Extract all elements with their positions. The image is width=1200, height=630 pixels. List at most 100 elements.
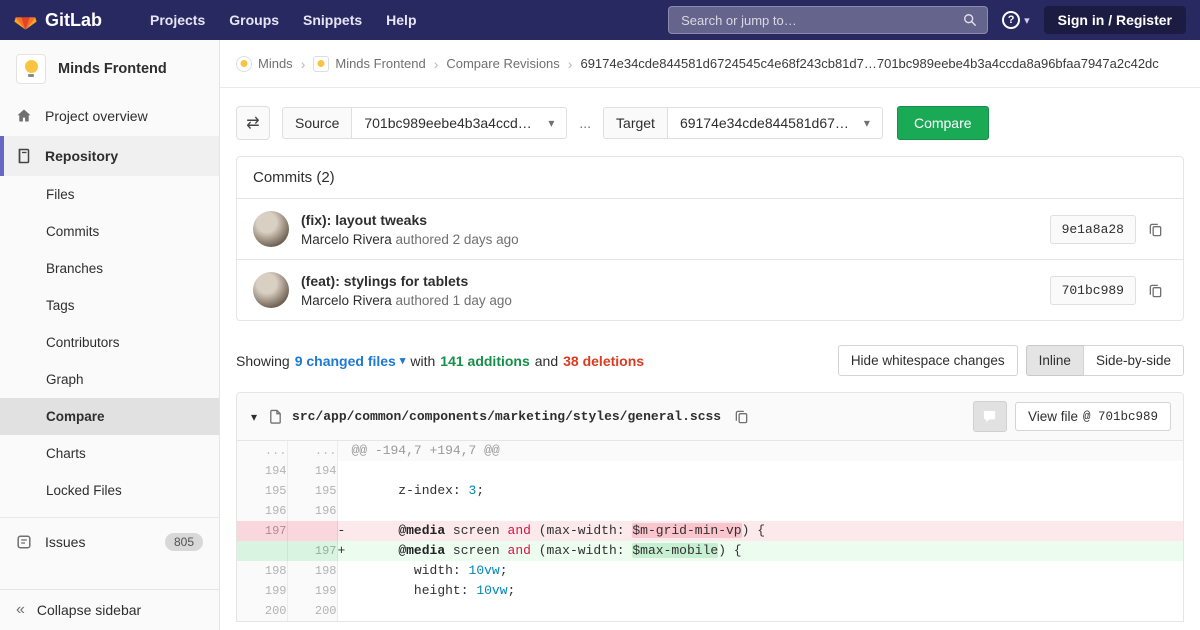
diff-line-sign (338, 561, 352, 581)
diff-new-line-number[interactable]: 194 (287, 461, 337, 481)
commit-time: authored 2 days ago (396, 232, 519, 247)
breadcrumb-separator: › (301, 56, 306, 72)
diff-old-line-number[interactable]: 194 (237, 461, 287, 481)
code-token: 10vw (469, 563, 500, 578)
target-input-group: Target 69174e34cde844581d67… ▾ (603, 107, 883, 139)
search-input[interactable] (679, 12, 963, 29)
diff-old-line-number[interactable]: 195 (237, 481, 287, 501)
compare-form: ⇄ Source 701bc989eebe4b3a4ccd… ▾ ... Tar… (236, 106, 1184, 140)
chevron-down-icon: ▾ (864, 116, 870, 130)
changed-files-dropdown[interactable]: 9 changed files ▾ (295, 353, 406, 369)
collapse-label: Collapse sidebar (37, 602, 141, 618)
breadcrumb-compare-revisions[interactable]: Compare Revisions (446, 56, 559, 71)
inline-view-button[interactable]: Inline (1026, 345, 1084, 376)
nav-projects[interactable]: Projects (138, 0, 217, 40)
sidebar-subitem-tags[interactable]: Tags (0, 287, 219, 324)
breadcrumb-project[interactable]: Minds Frontend (313, 56, 425, 72)
diff-line-content: z-index: 3; (337, 481, 1183, 501)
code-token: ; (476, 483, 484, 498)
sidebar-subitem-files[interactable]: Files (0, 176, 219, 213)
side-by-side-view-button[interactable]: Side-by-side (1083, 345, 1184, 376)
diff-line-sign: + (338, 541, 352, 561)
question-icon: ? (1002, 11, 1020, 29)
diff-old-line-number[interactable]: 199 (237, 581, 287, 601)
diff-old-line-number[interactable]: 200 (237, 601, 287, 621)
target-label: Target (603, 107, 667, 139)
toggle-comments-button[interactable] (973, 401, 1007, 432)
collapse-sidebar-button[interactable]: « Collapse sidebar (0, 589, 219, 630)
repository-icon (16, 148, 32, 164)
sidebar-subitem-charts[interactable]: Charts (0, 435, 219, 472)
view-file-button[interactable]: View file @ 701bc989 (1015, 402, 1171, 431)
diff-line-del: 197 - @media screen and (max-width: $m-gr… (237, 521, 1183, 541)
commits-header: Commits (2) (237, 157, 1183, 199)
diff-line-content: - @media screen and (max-width: $m-grid-… (337, 521, 1183, 541)
sidebar-item-project-overview[interactable]: Project overview (0, 96, 219, 136)
diff-line-sign: - (338, 521, 352, 541)
commit-author-avatar[interactable] (253, 211, 289, 247)
diff-line-content (337, 601, 1183, 621)
copy-commit-sha-button[interactable] (1144, 218, 1167, 241)
commit-sha-button[interactable]: 9e1a8a28 (1050, 215, 1136, 244)
nav-groups[interactable]: Groups (217, 0, 291, 40)
diff-line-sign (338, 581, 352, 601)
commit-title[interactable]: (fix): layout tweaks (301, 212, 519, 228)
diff-line-content (337, 501, 1183, 521)
diff-old-line-number[interactable]: 198 (237, 561, 287, 581)
diff-new-line-number[interactable]: 200 (287, 601, 337, 621)
commit-author[interactable]: Marcelo Rivera (301, 232, 392, 247)
sign-in-register-button[interactable]: Sign in / Register (1044, 6, 1186, 34)
code-token: and (508, 523, 531, 538)
hide-whitespace-button[interactable]: Hide whitespace changes (838, 345, 1018, 376)
compare-button[interactable]: Compare (897, 106, 989, 140)
diff-line-sign (338, 601, 352, 621)
tanuki-icon (14, 9, 37, 31)
diff-table-body: ...... @@ -194,7 +194,7 @@194194 195195 … (237, 441, 1183, 621)
code-token: ) { (718, 543, 741, 558)
code-token: (max-width: (531, 543, 632, 558)
diff-new-line-number[interactable]: 196 (287, 501, 337, 521)
diff-new-line-number[interactable] (287, 521, 337, 541)
sidebar-divider (0, 517, 219, 518)
nav-help[interactable]: Help (374, 0, 428, 40)
target-ref-dropdown[interactable]: 69174e34cde844581d67… ▾ (667, 107, 883, 139)
sidebar-project-header[interactable]: Minds Frontend (0, 40, 219, 96)
nav-snippets[interactable]: Snippets (291, 0, 374, 40)
diff-old-line-number[interactable]: 197 (237, 521, 287, 541)
copy-commit-sha-button[interactable] (1144, 279, 1167, 302)
sidebar-subitem-contributors[interactable]: Contributors (0, 324, 219, 361)
copy-file-path-button[interactable] (730, 405, 753, 428)
comment-icon (982, 409, 997, 424)
code-token: (max-width: (531, 523, 632, 538)
collapse-diff-caret[interactable]: ▾ (249, 408, 259, 426)
source-ref-dropdown[interactable]: 701bc989eebe4b3a4ccd… ▾ (351, 107, 567, 139)
breadcrumb-group[interactable]: Minds (236, 56, 293, 72)
global-search (668, 6, 988, 34)
sidebar-item-issues[interactable]: Issues 805 (0, 522, 219, 562)
diff-old-line-number[interactable] (237, 541, 287, 561)
diff-line-ctx: 194194 (237, 461, 1183, 481)
sidebar-subitem-compare[interactable]: Compare (0, 398, 219, 435)
commit-sha-button[interactable]: 701bc989 (1050, 276, 1136, 305)
diff-new-line-number[interactable]: 195 (287, 481, 337, 501)
help-dropdown[interactable]: ? ▾ (1002, 11, 1030, 29)
sidebar-subitem-graph[interactable]: Graph (0, 361, 219, 398)
changed-files-label: 9 changed files (295, 353, 396, 369)
diff-line-sign (338, 501, 352, 521)
sidebar-subitem-locked-files[interactable]: Locked Files (0, 472, 219, 509)
diff-old-line-number[interactable]: 196 (237, 501, 287, 521)
diff-file-path[interactable]: src/app/common/components/marketing/styl… (292, 409, 721, 424)
gitlab-logo[interactable]: GitLab (14, 9, 102, 31)
commit-author[interactable]: Marcelo Rivera (301, 293, 392, 308)
diff-line-add: 197+ @media screen and (max-width: $max-… (237, 541, 1183, 561)
commit-title[interactable]: (feat): stylings for tablets (301, 273, 512, 289)
commit-author-avatar[interactable] (253, 272, 289, 308)
diff-new-line-number[interactable]: 199 (287, 581, 337, 601)
sidebar-item-repository[interactable]: Repository (0, 136, 219, 176)
swap-revisions-button[interactable]: ⇄ (236, 106, 270, 140)
diff-new-line-number[interactable]: 197 (287, 541, 337, 561)
sidebar-subitem-branches[interactable]: Branches (0, 250, 219, 287)
sidebar-subitem-commits[interactable]: Commits (0, 213, 219, 250)
diff-new-line-number[interactable]: 198 (287, 561, 337, 581)
diff-stats-row: Showing 9 changed files ▾ with 141 addit… (236, 345, 1184, 376)
